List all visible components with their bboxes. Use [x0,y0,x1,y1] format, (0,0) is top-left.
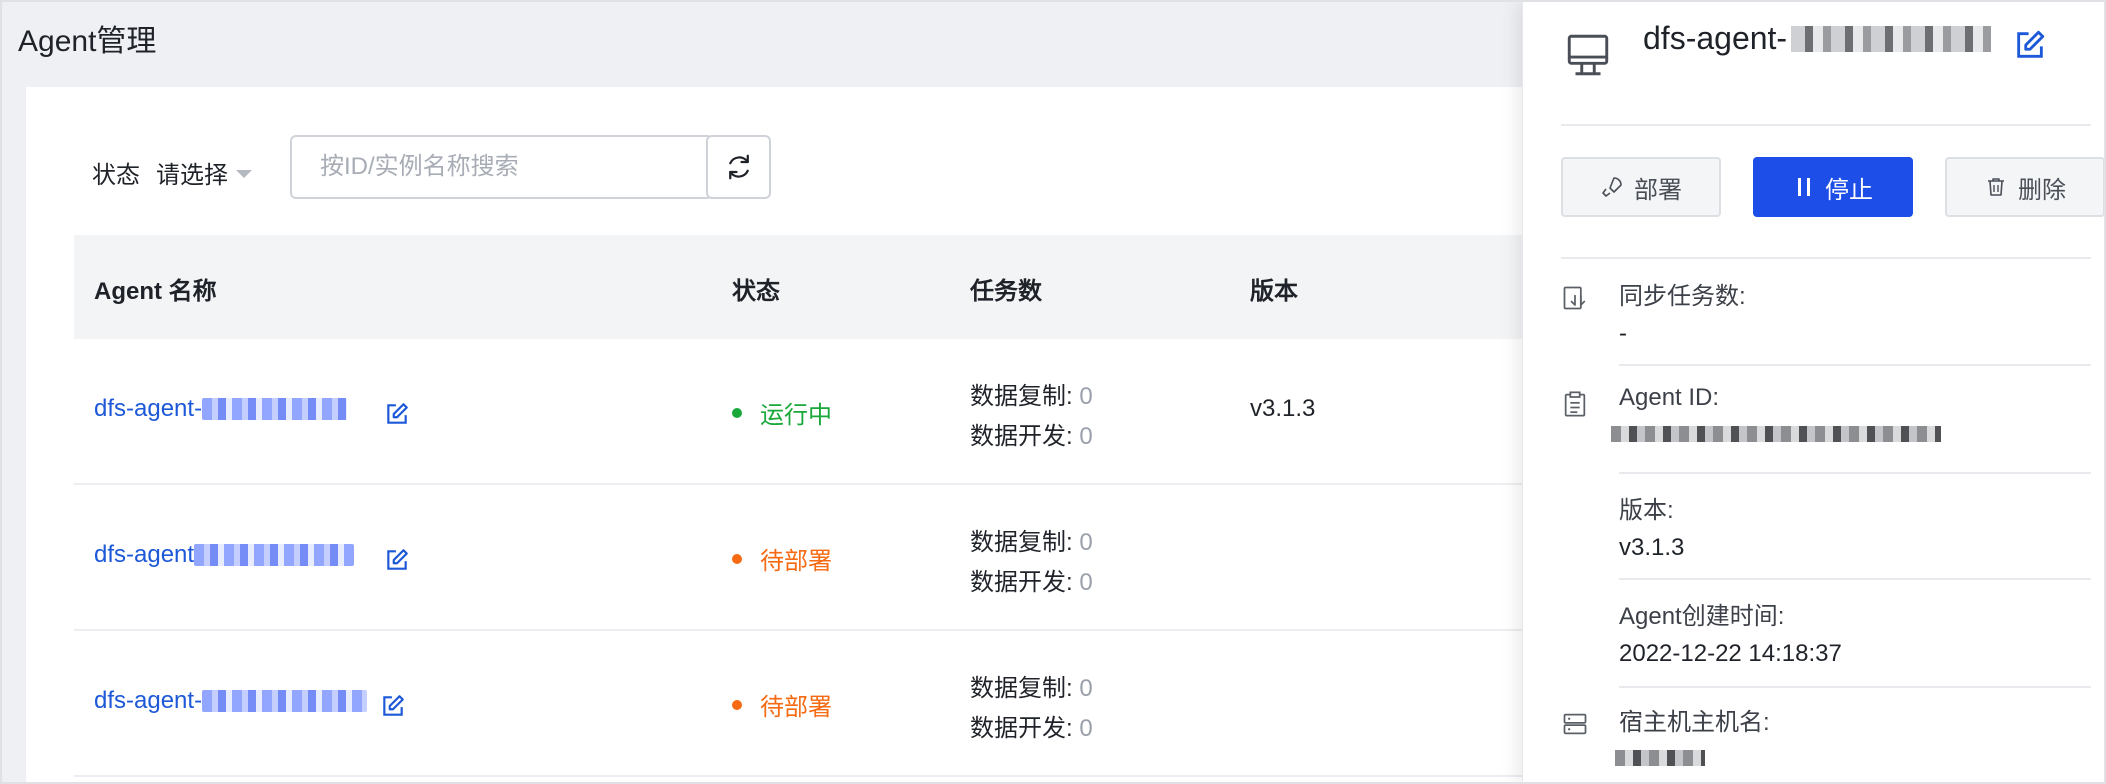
redacted-text [1615,750,1705,766]
status-badge: 待部署 [732,687,832,722]
trash-icon [1988,178,2004,196]
deploy-button[interactable]: 部署 [1561,157,1721,217]
status-select[interactable]: 请选择 [156,155,252,190]
refresh-button[interactable] [706,135,771,199]
agent-name-link[interactable]: dfs-agent- [94,395,348,423]
status-select-value: 请选择 [156,162,228,189]
created-time-value: 2022-12-22 14:18:37 [1619,640,1842,667]
task-counts: 数据复制: 0 数据开发: 0 [970,529,1093,596]
clipboard-icon [1564,391,1586,417]
caret-down-icon [236,169,252,178]
divider [1561,124,2091,126]
status-badge: 运行中 [732,395,832,430]
column-header-version: 版本 [1250,278,1298,305]
status-filter-label: 状态 [92,162,140,189]
created-time-label: Agent创建时间: [1619,603,1785,630]
refresh-icon [728,154,749,180]
version-value: v3.1.3 [1619,534,1685,561]
sync-icon [1563,286,1586,310]
task-counts: 数据复制: 0 数据开发: 0 [970,675,1093,742]
table-row: dfs-agent 待部署 数据复制: 0 数据开发: 0 [74,485,1634,631]
drawer-title: dfs-agent- [1643,20,1992,57]
status-dot [732,553,742,564]
column-header-tasks: 任务数 [970,278,1042,305]
app-frame: Agent管理 状态 请选择 Agent 名称 状态 任务数 版本 [0,0,2106,784]
edit-icon[interactable] [2013,28,2047,62]
edit-icon[interactable] [380,693,406,719]
divider [1619,578,2091,580]
pause-icon [1798,178,1810,196]
redacted-text [194,544,355,566]
divider [1619,472,2091,474]
divider [1619,364,2091,366]
stop-button[interactable]: 停止 [1753,157,1913,217]
redacted-text [202,690,368,712]
task-counts: 数据复制: 0 数据开发: 0 [970,383,1093,450]
edit-icon[interactable] [384,547,410,573]
redacted-text [202,398,348,420]
agent-name-link[interactable]: dfs-agent- [94,687,368,715]
version-cell: v3.1.3 [1250,395,1316,422]
divider [1619,686,2091,688]
status-dot [732,407,742,418]
divider [1561,257,2091,259]
status-dot [732,699,742,710]
table-header: Agent 名称 状态 任务数 版本 [74,235,1634,339]
status-badge: 待部署 [732,541,832,576]
sync-tasks-value: - [1619,320,1627,347]
agent-name-link[interactable]: dfs-agent [94,541,355,569]
host-name-label: 宿主机主机名: [1619,709,1770,736]
agent-id-label: Agent ID: [1619,384,1720,411]
rocket-icon [1602,177,1622,197]
redacted-text [1791,25,1992,52]
delete-button[interactable]: 删除 [1945,157,2104,217]
edit-icon[interactable] [384,401,410,427]
column-header-status: 状态 [732,278,780,305]
agent-detail-drawer: dfs-agent- 部署 停止 删除 同步任务数: - Agent ID: 版… [1522,2,2104,782]
table-row: dfs-agent- 待部署 数据复制: 0 数据开发: 0 [74,631,1634,777]
server-icon [1563,713,1587,735]
page-title: Agent管理 [18,25,157,58]
version-label: 版本: [1619,497,1674,524]
content-card: 状态 请选择 Agent 名称 状态 任务数 版本 dfs-agent- [26,87,1634,782]
redacted-text [1611,426,1941,442]
column-header-name: Agent 名称 [94,278,217,305]
search-input[interactable] [290,135,713,199]
monitor-icon [1567,34,1609,76]
table-row: dfs-agent- 运行中 数据复制: 0 数据开发: 0 v3.1.3 [74,339,1634,485]
sync-tasks-label: 同步任务数: [1619,283,1746,310]
